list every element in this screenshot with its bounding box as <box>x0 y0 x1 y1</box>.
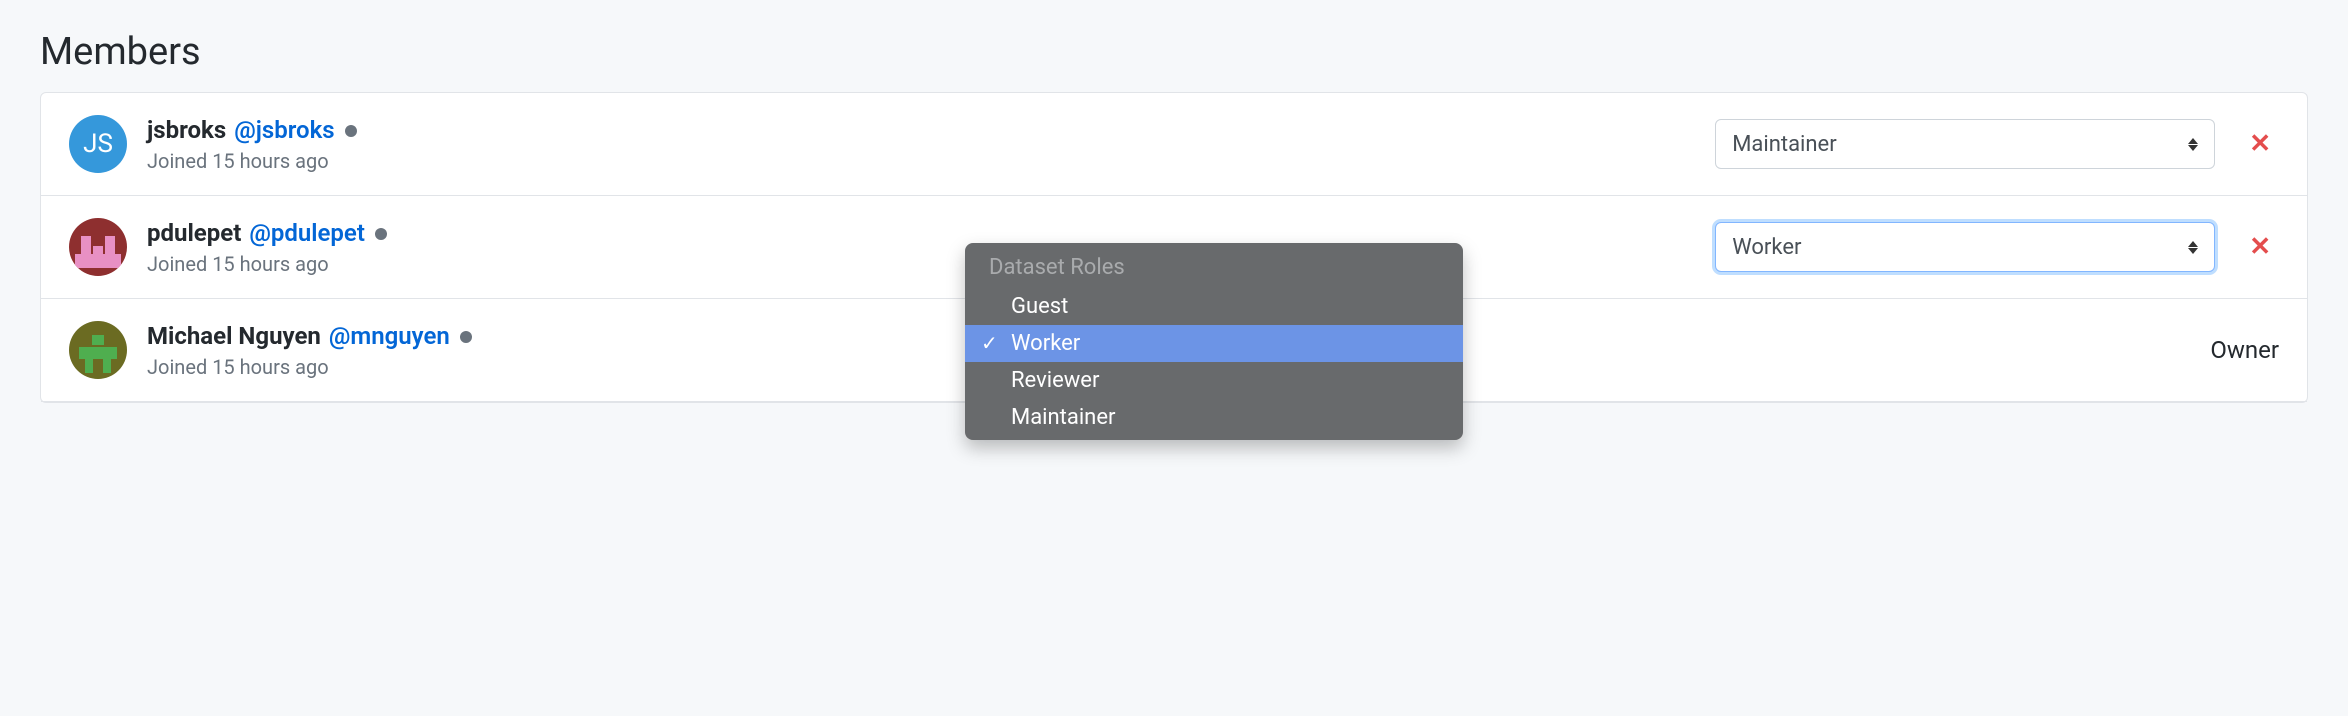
role-select-value: Worker <box>1732 235 1801 260</box>
member-joined: Joined 15 hours ago <box>147 149 1715 173</box>
role-dropdown-menu: Dataset Roles Guest Worker Reviewer Main… <box>965 243 1463 440</box>
dropdown-option-guest[interactable]: Guest <box>965 288 1463 325</box>
dropdown-option-worker[interactable]: Worker <box>965 325 1463 362</box>
member-row: JS jsbroks @jsbroks Joined 15 hours ago … <box>41 93 2307 196</box>
status-dot-icon <box>375 228 387 240</box>
member-info: jsbroks @jsbroks Joined 15 hours ago <box>147 115 1715 172</box>
page-title: Members <box>40 30 2308 74</box>
status-dot-icon <box>345 125 357 137</box>
chevron-updown-icon <box>2188 138 2198 151</box>
role-select-value: Maintainer <box>1732 132 1836 157</box>
dropdown-option-maintainer[interactable]: Maintainer <box>965 399 1463 436</box>
status-dot-icon <box>460 331 472 343</box>
remove-member-button[interactable]: ✕ <box>2241 125 2279 163</box>
member-name: jsbroks <box>147 115 226 146</box>
member-handle[interactable]: @jsbroks <box>234 115 334 146</box>
avatar: JS <box>69 115 127 173</box>
member-joined: Joined 15 hours ago <box>147 252 1715 276</box>
member-handle[interactable]: @pdulepet <box>249 218 365 249</box>
member-handle[interactable]: @mnguyen <box>329 321 450 352</box>
role-select[interactable]: Maintainer <box>1715 119 2215 169</box>
dropdown-header: Dataset Roles <box>965 247 1463 288</box>
owner-label: Owner <box>2210 336 2279 364</box>
member-name: Michael Nguyen <box>147 321 321 352</box>
chevron-updown-icon <box>2188 241 2198 254</box>
avatar <box>69 218 127 276</box>
dropdown-option-reviewer[interactable]: Reviewer <box>965 362 1463 399</box>
role-select[interactable]: Worker <box>1715 222 2215 272</box>
member-name: pdulepet <box>147 218 241 249</box>
member-info: pdulepet @pdulepet Joined 15 hours ago <box>147 218 1715 275</box>
remove-member-button[interactable]: ✕ <box>2241 228 2279 266</box>
close-icon: ✕ <box>2249 232 2271 262</box>
close-icon: ✕ <box>2249 129 2271 159</box>
members-list: JS jsbroks @jsbroks Joined 15 hours ago … <box>40 92 2308 403</box>
avatar <box>69 321 127 379</box>
